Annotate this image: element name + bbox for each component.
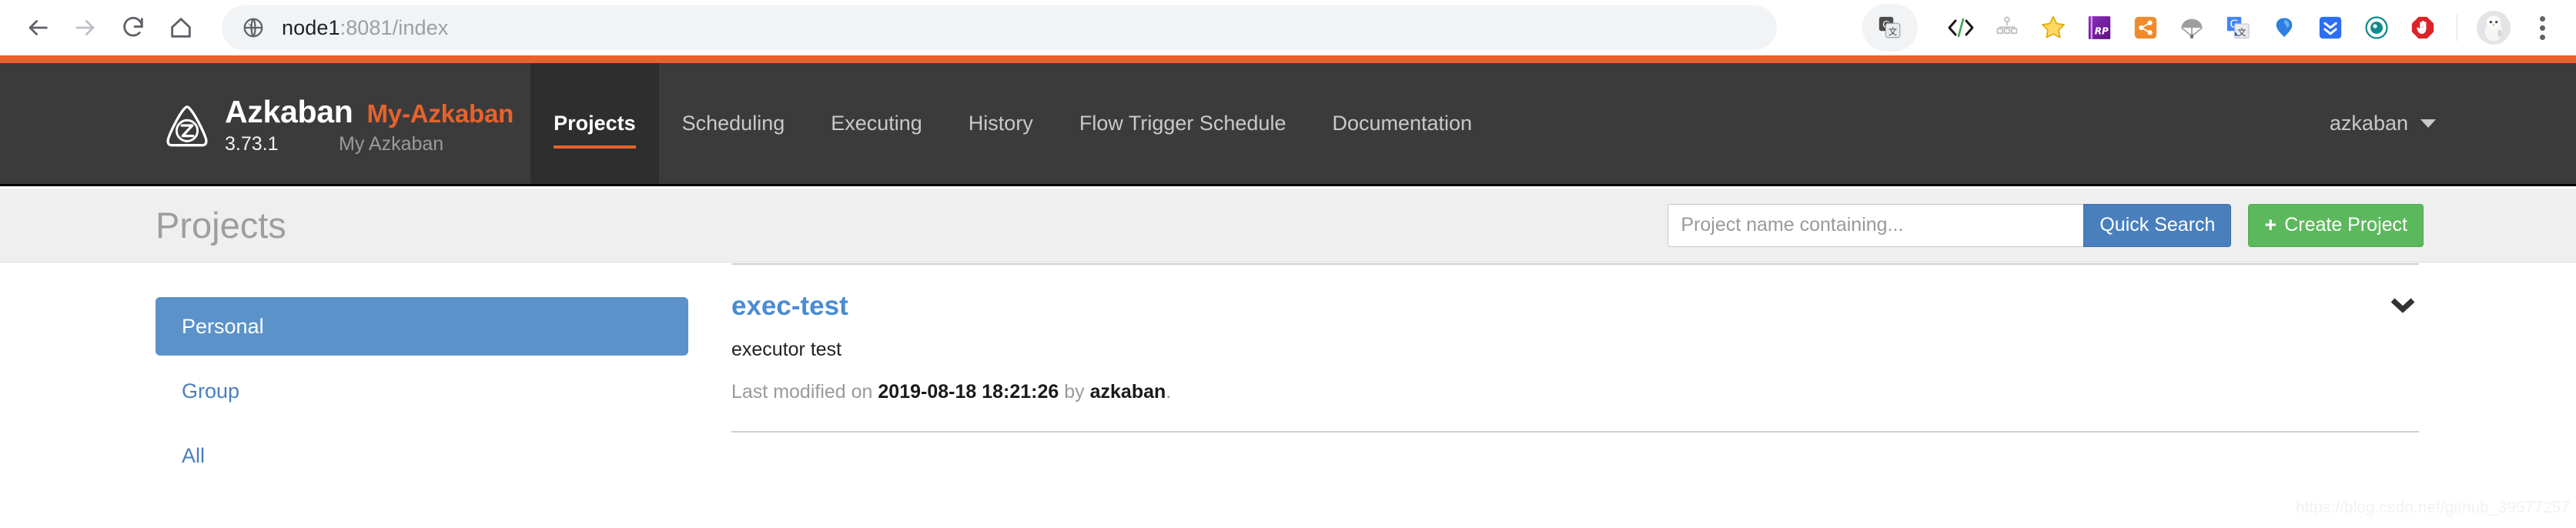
meta-user: azkaban	[1089, 381, 1166, 403]
svg-text:RP: RP	[2095, 26, 2109, 37]
translate-pill[interactable]: G 文	[1862, 4, 1918, 52]
create-project-button[interactable]: + Create Project	[2248, 203, 2424, 247]
meta-suffix: .	[1166, 381, 1172, 403]
project-list-item: exec-test executor test Last modified on…	[731, 265, 2419, 431]
watermark: https://blog.csdn.net/github_39577257	[2295, 499, 2570, 516]
kebab-dots	[2539, 15, 2545, 40]
search-input[interactable]	[1668, 203, 2084, 247]
svg-text:文: 文	[1889, 26, 1897, 37]
chevron-down-icon	[2420, 119, 2436, 128]
translate-card-icon[interactable]: G 文	[1867, 4, 1913, 52]
google-translate-icon[interactable]: G 文	[2215, 4, 2261, 52]
sidebar-item-group[interactable]: Group	[156, 362, 688, 420]
project-expand-chevron-down-icon[interactable]	[2390, 297, 2416, 314]
user-menu[interactable]: azkaban	[2330, 63, 2576, 184]
brand-version: 3.73.1	[225, 133, 279, 155]
main-content: Personal Group All exec-test executor te…	[0, 263, 2576, 528]
eye-teal-icon[interactable]	[2354, 4, 2400, 52]
brand-line-primary: Azkaban My-Azkaban	[225, 94, 514, 130]
back-arrow-icon[interactable]	[14, 4, 62, 52]
star-icon[interactable]	[2030, 4, 2076, 52]
project-description: executor test	[731, 339, 842, 360]
share-nodes-icon[interactable]	[2123, 4, 2169, 52]
nav-link-projects-label: Projects	[554, 112, 636, 135]
project-filter-sidebar: Personal Group All	[156, 297, 688, 485]
header-tools: Quick Search + Create Project	[1668, 203, 2424, 247]
nav-link-executing[interactable]: Executing	[808, 63, 945, 184]
diamond-icon[interactable]	[2261, 4, 2307, 52]
nav-link-scheduling[interactable]: Scheduling	[659, 63, 808, 184]
accent-stripe	[0, 55, 2576, 63]
project-name-link[interactable]: exec-test	[731, 291, 848, 322]
navbar-links: Projects Scheduling Executing History Fl…	[530, 63, 1495, 184]
active-underline	[554, 145, 636, 149]
sidebar-item-personal-label: Personal	[182, 314, 264, 338]
brand-name: Azkaban	[225, 94, 353, 129]
brand-line-secondary: 3.73.1 My Azkaban	[225, 133, 514, 155]
home-icon[interactable]	[157, 4, 205, 52]
nav-link-executing-label: Executing	[831, 112, 922, 135]
parachute-icon[interactable]	[2169, 4, 2215, 52]
extension-icons: G 文	[1862, 4, 2576, 52]
nav-link-flow-trigger-schedule-label: Flow Trigger Schedule	[1079, 112, 1286, 135]
adblock-stop-icon[interactable]	[2400, 4, 2446, 52]
sidebar-item-personal[interactable]: Personal	[156, 297, 688, 356]
svg-text:文: 文	[2237, 27, 2246, 38]
plus-icon: +	[2264, 213, 2277, 236]
nav-link-documentation[interactable]: Documentation	[1309, 63, 1495, 184]
meta-prefix: Last modified on	[731, 381, 878, 403]
search-group: Quick Search	[1668, 203, 2232, 247]
nav-link-flow-trigger-schedule[interactable]: Flow Trigger Schedule	[1056, 63, 1310, 184]
sidebar-item-group-label: Group	[182, 379, 240, 403]
brand[interactable]: Azkaban My-Azkaban 3.73.1 My Azkaban	[0, 63, 514, 186]
create-project-label: Create Project	[2284, 214, 2407, 236]
browser-nav-buttons	[0, 4, 205, 52]
list-divider-bottom	[731, 431, 2419, 433]
browser-toolbar: node1:8081/index G 文	[0, 0, 2576, 55]
code-brackets-icon[interactable]	[1938, 4, 1984, 52]
sitemap-icon[interactable]	[1984, 4, 2030, 52]
project-last-modified: Last modified on 2019-08-18 18:21:26 by …	[731, 381, 2419, 403]
address-bar-text: node1:8081/index	[282, 16, 448, 40]
nav-link-scheduling-label: Scheduling	[681, 112, 785, 135]
avatar-image	[2477, 11, 2511, 45]
quick-search-button[interactable]: Quick Search	[2083, 203, 2232, 247]
user-menu-label: azkaban	[2329, 112, 2408, 135]
azkaban-navbar: Azkaban My-Azkaban 3.73.1 My Azkaban Pro…	[0, 63, 2576, 186]
kebab-menu-icon[interactable]	[2519, 4, 2565, 52]
nav-link-documentation-label: Documentation	[1332, 112, 1473, 135]
meta-timestamp: 2019-08-18 18:21:26	[878, 381, 1059, 403]
forward-arrow-icon[interactable]	[62, 4, 109, 52]
nav-link-history-label: History	[968, 112, 1033, 135]
reload-icon[interactable]	[109, 4, 157, 52]
sidebar-item-all-label: All	[182, 443, 206, 467]
address-bar[interactable]: node1:8081/index	[222, 5, 1777, 50]
download-chevrons-icon[interactable]	[2307, 4, 2354, 52]
globe-icon	[243, 18, 263, 38]
page-title: Projects	[156, 205, 286, 246]
project-list: exec-test executor test Last modified on…	[731, 263, 2419, 433]
sidebar-item-all[interactable]: All	[156, 426, 688, 485]
brand-alt-name: My-Azkaban	[366, 99, 514, 128]
url-path: :8081/index	[340, 15, 449, 39]
meta-mid: by	[1059, 381, 1090, 403]
axure-rp-icon[interactable]: RP	[2076, 4, 2123, 52]
url-host: node1	[282, 15, 340, 39]
nav-link-projects[interactable]: Projects	[530, 63, 659, 184]
azkaban-logo-icon	[166, 105, 208, 147]
avatar[interactable]	[2468, 4, 2519, 52]
brand-texts: Azkaban My-Azkaban 3.73.1 My Azkaban	[225, 94, 514, 155]
nav-link-history[interactable]: History	[945, 63, 1056, 184]
page-header: Projects Quick Search + Create Project	[0, 189, 2576, 262]
brand-subtitle: My Azkaban	[339, 133, 444, 155]
